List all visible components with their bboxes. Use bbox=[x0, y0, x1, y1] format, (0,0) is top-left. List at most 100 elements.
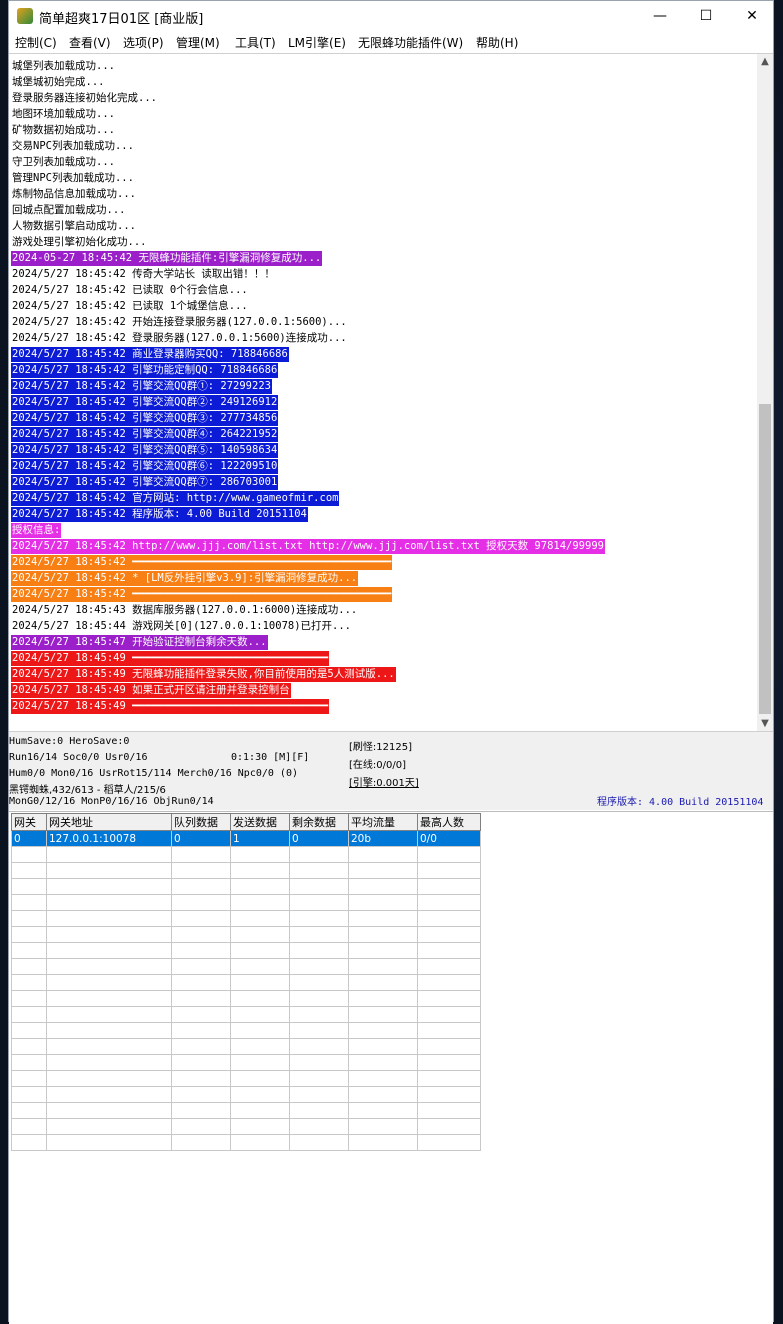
table-cell bbox=[46, 846, 172, 863]
table-row[interactable] bbox=[11, 1054, 481, 1071]
table-row[interactable] bbox=[11, 910, 481, 927]
log-line: 2024/5/27 18:45:42 引擎交流QQ群⑤: 140598634 bbox=[11, 443, 279, 458]
menu-view[interactable]: 查看(V) bbox=[69, 34, 111, 51]
table-cell: 127.0.0.1:10078 bbox=[46, 830, 172, 847]
table-row[interactable] bbox=[11, 990, 481, 1007]
table-cell bbox=[417, 1054, 481, 1071]
log-line: 2024/5/27 18:45:42 引擎交流QQ群②: 249126912 bbox=[11, 395, 279, 410]
menu-bar: 控制(C) 查看(V) 选项(P) 管理(M) 工具(T) LM引擎(E) 无限… bbox=[9, 31, 773, 53]
table-cell bbox=[348, 1118, 418, 1135]
scroll-thumb[interactable] bbox=[759, 404, 771, 714]
table-row[interactable] bbox=[11, 942, 481, 959]
log-line: 登录服务器连接初始化完成... bbox=[12, 92, 157, 104]
table-row[interactable] bbox=[11, 1118, 481, 1135]
table-cell bbox=[348, 894, 418, 911]
menu-options[interactable]: 选项(P) bbox=[123, 34, 164, 51]
table-cell bbox=[11, 958, 47, 975]
status-engine[interactable]: [引擎:0.001天] bbox=[349, 774, 419, 789]
table-row[interactable] bbox=[11, 1102, 481, 1119]
app-icon bbox=[17, 8, 33, 24]
table-cell bbox=[11, 1086, 47, 1103]
log-line: 2024/5/27 18:45:44 游戏网关[0](127.0.0.1:100… bbox=[12, 620, 352, 632]
table-cell bbox=[171, 1070, 231, 1087]
table-cell bbox=[348, 958, 418, 975]
table-cell bbox=[230, 1086, 290, 1103]
table-cell bbox=[11, 1134, 47, 1151]
table-cell: 1 bbox=[230, 830, 290, 847]
log-line: 2024/5/27 18:45:42 * [LM反外挂引擎v3.9]:引擎漏洞修… bbox=[11, 571, 359, 586]
log-panel[interactable]: ▲ ▼ 城堡列表加载成功... 城堡城初始完成... 登录服务器连接初始化完成...… bbox=[9, 53, 773, 732]
log-line: 2024/5/27 18:45:42 引擎交流QQ群⑦: 286703001 bbox=[11, 475, 279, 490]
table-cell bbox=[230, 878, 290, 895]
table-row[interactable] bbox=[11, 862, 481, 879]
column-header[interactable]: 平均流量 bbox=[348, 813, 418, 831]
log-line: 炼制物品信息加载成功... bbox=[12, 188, 136, 200]
table-row[interactable] bbox=[11, 958, 481, 975]
column-header[interactable]: 剩余数据 bbox=[289, 813, 349, 831]
table-cell bbox=[289, 1022, 349, 1039]
table-row[interactable] bbox=[11, 974, 481, 991]
column-header[interactable]: 最高人数 bbox=[417, 813, 481, 831]
table-cell bbox=[11, 926, 47, 943]
table-cell bbox=[171, 1086, 231, 1103]
table-cell bbox=[11, 862, 47, 879]
table-cell bbox=[171, 958, 231, 975]
column-header[interactable]: 网关地址 bbox=[46, 813, 172, 831]
menu-lm-engine[interactable]: LM引擎(E) bbox=[288, 34, 346, 51]
table-cell bbox=[230, 1038, 290, 1055]
table-row[interactable] bbox=[11, 1070, 481, 1087]
table-cell bbox=[11, 1070, 47, 1087]
scroll-down-icon[interactable]: ▼ bbox=[757, 716, 773, 732]
log-scrollbar[interactable]: ▲ ▼ bbox=[757, 54, 773, 732]
log-line: 授权信息: bbox=[11, 523, 62, 538]
menu-tools[interactable]: 工具(T) bbox=[235, 34, 276, 51]
table-cell bbox=[171, 862, 231, 879]
menu-manage[interactable]: 管理(M) bbox=[176, 34, 220, 51]
table-cell bbox=[11, 1038, 47, 1055]
table-cell bbox=[46, 1118, 172, 1135]
table-cell bbox=[348, 1022, 418, 1039]
table-cell bbox=[289, 1102, 349, 1119]
table-cell bbox=[417, 1086, 481, 1103]
status-version: 程序版本: 4.00 Build 20151104 bbox=[597, 797, 764, 808]
table-cell bbox=[46, 1086, 172, 1103]
log-line: 2024-05-27 18:45:42 无限蜂功能插件:引擎漏洞修复成功... bbox=[11, 251, 323, 266]
table-cell bbox=[289, 958, 349, 975]
table-row[interactable] bbox=[11, 1022, 481, 1039]
log-line: 2024/5/27 18:45:49 ━━━━━━━━━━━━━━━━━━━━━… bbox=[11, 651, 330, 666]
title-bar[interactable]: 简单超爽17日01区 [商业版] — ☐ ✕ bbox=[9, 1, 773, 31]
table-cell bbox=[348, 1006, 418, 1023]
table-row[interactable] bbox=[11, 1134, 481, 1151]
table-row[interactable] bbox=[11, 1006, 481, 1023]
table-cell bbox=[289, 942, 349, 959]
table-cell bbox=[289, 990, 349, 1007]
minimize-button[interactable]: — bbox=[637, 1, 683, 31]
table-cell bbox=[417, 974, 481, 991]
table-cell bbox=[171, 894, 231, 911]
table-row[interactable] bbox=[11, 846, 481, 863]
column-header[interactable]: 队列数据 bbox=[171, 813, 231, 831]
scroll-up-icon[interactable]: ▲ bbox=[757, 54, 773, 70]
log-line: 2024/5/27 18:45:42 官方网站: http://www.game… bbox=[11, 491, 340, 506]
menu-control[interactable]: 控制(C) bbox=[15, 34, 57, 51]
close-button[interactable]: ✕ bbox=[729, 1, 775, 31]
column-header[interactable]: 发送数据 bbox=[230, 813, 290, 831]
table-cell bbox=[11, 894, 47, 911]
column-header[interactable]: 网关 bbox=[11, 813, 47, 831]
table-row[interactable]: 0 127.0.0.1:10078 0 1 0 20b 0/0 bbox=[11, 830, 481, 847]
menu-plugin[interactable]: 无限蜂功能插件(W) bbox=[358, 34, 463, 51]
table-row[interactable] bbox=[11, 1086, 481, 1103]
table-row[interactable] bbox=[11, 894, 481, 911]
table-cell bbox=[417, 1070, 481, 1087]
table-cell bbox=[289, 894, 349, 911]
table-row[interactable] bbox=[11, 878, 481, 895]
table-row[interactable] bbox=[11, 1038, 481, 1055]
table-row[interactable] bbox=[11, 926, 481, 943]
gateway-table[interactable]: 网关 网关地址 队列数据 发送数据 剩余数据 平均流量 最高人数 0 127.0.0.1:10… bbox=[11, 813, 481, 1151]
table-cell: 0/0 bbox=[417, 830, 481, 847]
table-cell bbox=[289, 1006, 349, 1023]
log-line: 2024/5/27 18:45:42 已读取 1个城堡信息... bbox=[12, 300, 248, 312]
table-cell bbox=[348, 990, 418, 1007]
menu-help[interactable]: 帮助(H) bbox=[476, 34, 518, 51]
maximize-button[interactable]: ☐ bbox=[683, 1, 729, 31]
